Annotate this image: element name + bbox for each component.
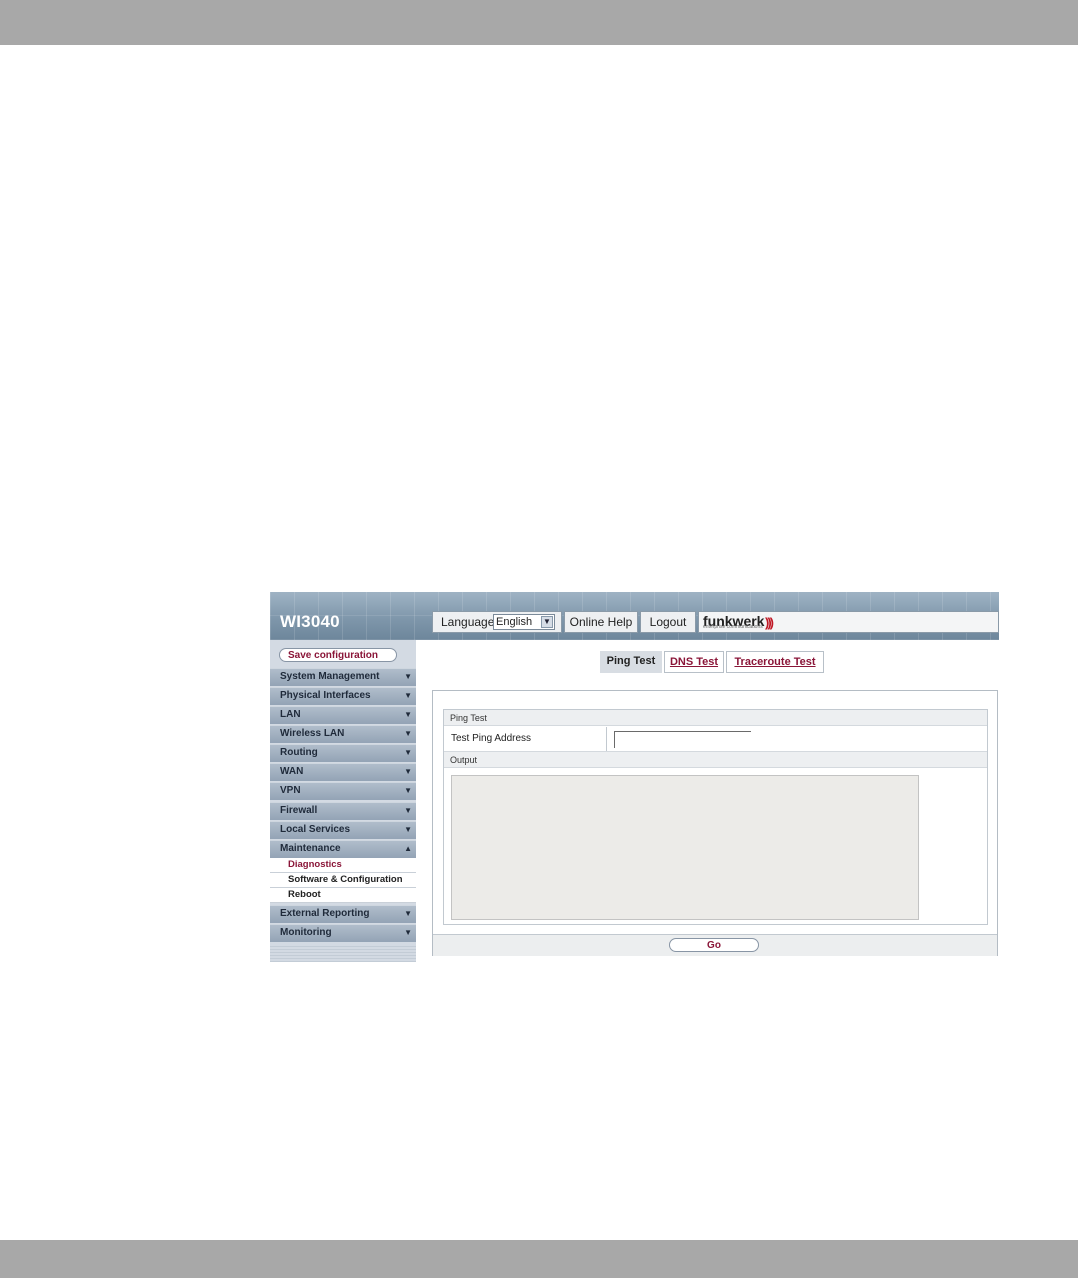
sidebar-item-maintenance[interactable]: Maintenance ▲ <box>270 840 416 858</box>
sidebar-item-label: Wireless LAN <box>280 728 345 739</box>
sidebar-item-wireless-lan[interactable]: Wireless LAN ▼ <box>270 725 416 743</box>
chevron-down-icon: ▼ <box>404 909 412 918</box>
sidebar-item-lan[interactable]: LAN ▼ <box>270 706 416 724</box>
header-bar: WI3040 Language English ▼ Online Help Lo… <box>270 592 999 640</box>
sidebar-item-label: Monitoring <box>280 927 332 938</box>
save-configuration-button[interactable]: Save configuration <box>279 648 397 662</box>
form-footer: Go <box>433 934 997 956</box>
sidebar-item-label: WAN <box>280 766 304 777</box>
sidebar-item-firewall[interactable]: Firewall ▼ <box>270 802 416 820</box>
chevron-down-icon: ▼ <box>404 748 412 757</box>
sidebar-subitem-diagnostics[interactable]: Diagnostics <box>270 858 416 873</box>
signal-waves-icon: ))) <box>765 615 774 630</box>
chevron-down-icon: ▼ <box>404 806 412 815</box>
funkwerk-logo: funkwerk ))) enterprise communications <box>698 611 999 633</box>
language-selector: Language English ▼ <box>432 611 562 633</box>
chevron-down-icon[interactable]: ▼ <box>541 616 553 628</box>
sidebar-item-label: VPN <box>280 785 301 796</box>
sidebar-item-label: LAN <box>280 709 301 720</box>
output-textarea[interactable] <box>451 775 919 920</box>
logo-tagline: enterprise communications <box>703 624 763 630</box>
sidebar-subitem-reboot[interactable]: Reboot <box>270 888 416 903</box>
chevron-up-icon: ▲ <box>404 844 412 853</box>
sidebar-item-monitoring[interactable]: Monitoring ▼ <box>270 924 416 942</box>
logout-link[interactable]: Logout <box>640 611 696 633</box>
chevron-down-icon: ▼ <box>404 928 412 937</box>
sidebar-item-wan[interactable]: WAN ▼ <box>270 763 416 781</box>
sidebar-item-vpn[interactable]: VPN ▼ <box>270 782 416 800</box>
sidebar-item-label: Firewall <box>280 805 318 816</box>
sidebar-item-label: Physical Interfaces <box>280 690 371 701</box>
sidebar-item-label: Routing <box>280 747 318 758</box>
page-top-bar <box>0 0 1078 45</box>
chevron-down-icon: ▼ <box>404 710 412 719</box>
tab-dns-test[interactable]: DNS Test <box>664 651 724 673</box>
language-select[interactable]: English ▼ <box>493 614 555 630</box>
sidebar-item-physical-interfaces[interactable]: Physical Interfaces ▼ <box>270 687 416 705</box>
chevron-down-icon: ▼ <box>404 825 412 834</box>
sidebar-item-label: Local Services <box>280 824 351 835</box>
device-name: WI3040 <box>280 612 340 631</box>
sidebar-item-local-services[interactable]: Local Services ▼ <box>270 821 416 839</box>
sidebar-item-label: Maintenance <box>280 843 341 854</box>
sidebar-footer-pattern <box>270 944 416 962</box>
chevron-down-icon: ▼ <box>404 786 412 795</box>
ping-address-label: Test Ping Address <box>444 727 607 751</box>
sidebar-subitem-software-configuration[interactable]: Software & Configuration <box>270 873 416 888</box>
chevron-down-icon: ▼ <box>404 672 412 681</box>
sidebar-item-routing[interactable]: Routing ▼ <box>270 744 416 762</box>
chevron-down-icon: ▼ <box>404 729 412 738</box>
page-bottom-bar <box>0 1240 1078 1278</box>
sidebar: Save configuration System Management ▼ Ph… <box>270 640 416 962</box>
ping-address-input[interactable] <box>614 731 751 748</box>
online-help-link[interactable]: Online Help <box>564 611 638 633</box>
sidebar-item-system-management[interactable]: System Management ▼ <box>270 668 416 686</box>
tab-traceroute-test[interactable]: Traceroute Test <box>726 651 824 673</box>
go-button[interactable]: Go <box>669 938 759 952</box>
chevron-down-icon: ▼ <box>404 691 412 700</box>
ping-test-form: Ping Test Test Ping Address Output <box>443 709 988 925</box>
sidebar-item-label: External Reporting <box>280 908 370 919</box>
chevron-down-icon: ▼ <box>404 767 412 776</box>
language-value: English <box>496 616 533 628</box>
sidebar-item-external-reporting[interactable]: External Reporting ▼ <box>270 905 416 923</box>
ping-test-panel: Ping Test Test Ping Address Output Go <box>432 690 998 956</box>
section-header-ping-test: Ping Test <box>444 710 987 726</box>
language-label: Language <box>441 615 495 629</box>
tab-ping-test[interactable]: Ping Test <box>600 651 662 673</box>
sidebar-item-label: System Management <box>280 671 380 682</box>
router-web-ui: WI3040 Language English ▼ Online Help Lo… <box>270 592 999 962</box>
section-header-output: Output <box>444 752 987 768</box>
